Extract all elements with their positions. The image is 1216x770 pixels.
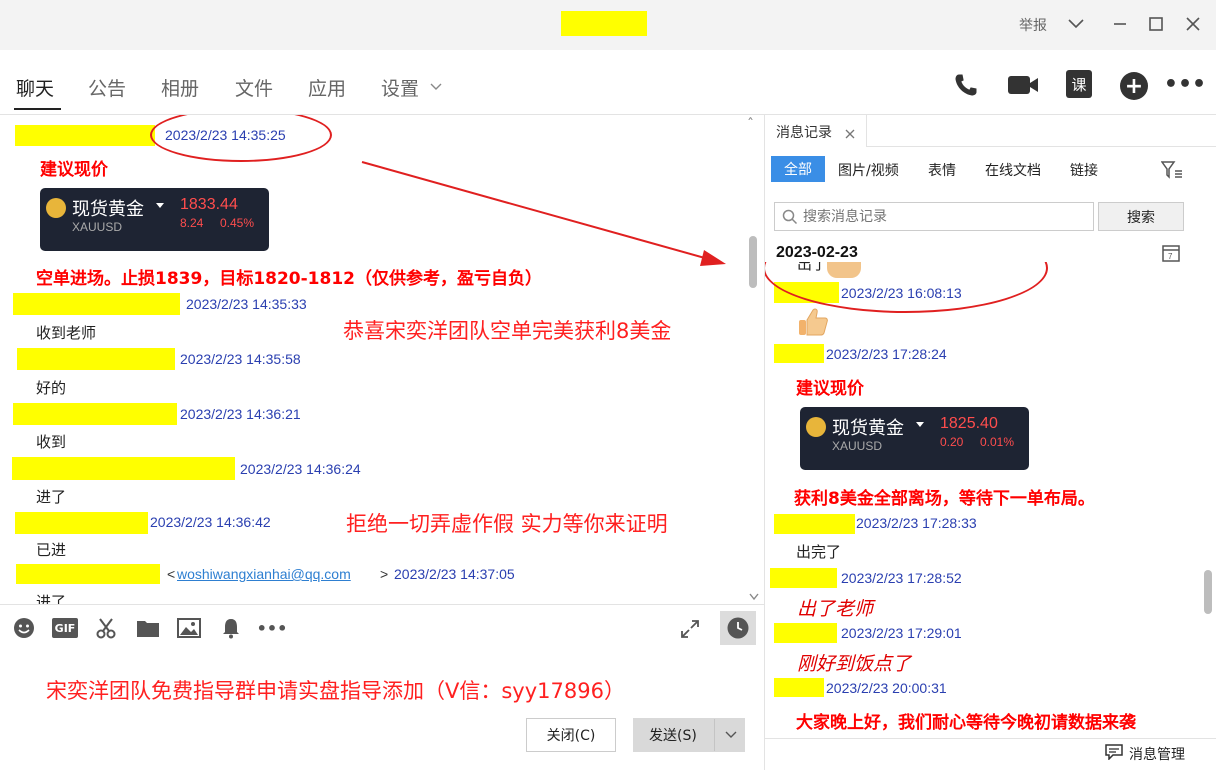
sender-name-redacted <box>774 344 824 363</box>
filter-links[interactable]: 链接 <box>1070 160 1098 180</box>
gold-ticker: XAUUSD <box>832 439 883 453</box>
sender-name-redacted <box>774 678 824 697</box>
message-text: 出了老师 <box>797 598 874 620</box>
gold-price: 1825.40 <box>940 415 998 432</box>
filter-docs[interactable]: 在线文档 <box>985 160 1041 180</box>
sender-name-redacted <box>770 568 837 588</box>
gold-percent: 0.01% <box>980 435 1015 449</box>
gif-icon[interactable]: GIF <box>52 618 78 638</box>
profit-message-text: 获利8美金全部离场，等待下一单布局。 <box>794 489 1095 509</box>
sender-name-redacted <box>774 623 837 643</box>
suggest-price-text: 建议现价 <box>796 379 864 399</box>
send-options-chevron-icon[interactable] <box>714 719 746 751</box>
more-tools-icon[interactable]: ••• <box>257 616 288 640</box>
history-list[interactable]: 出了 2023/2/23 16:08:13 2023/2/23 17:28:24… <box>765 262 1201 734</box>
search-button[interactable]: 搜索 <box>1098 202 1184 231</box>
folder-icon[interactable] <box>135 616 161 640</box>
gold-name: 现货黄金 <box>832 418 904 439</box>
close-button[interactable]: 关闭(C) <box>526 718 616 752</box>
timestamp: 2023/2/23 20:00:31 <box>826 680 947 696</box>
message-manage-label: 消息管理 <box>1129 747 1185 763</box>
gold-change: 0.20 <box>940 435 964 449</box>
filter-all[interactable]: 全部 <box>771 156 825 182</box>
message-manage-button[interactable]: 消息管理 <box>1105 744 1185 764</box>
dropdown-caret-icon <box>916 422 924 427</box>
gold-quote-card[interactable]: 现货黄金 XAUUSD 1825.40 0.20 0.01% <box>800 407 1029 470</box>
sender-name-redacted <box>774 514 855 534</box>
history-scrollbar-thumb[interactable] <box>1204 570 1212 614</box>
compose-input[interactable]: 宋奕洋团队免费指导群申请实盘指导添加（V信：syy17896） <box>46 675 625 705</box>
send-button-label: 发送(S) <box>649 728 697 744</box>
message-text: 刚好到饭点了 <box>797 653 912 675</box>
history-search-box[interactable] <box>774 202 1094 231</box>
message-manage-icon <box>1105 744 1123 764</box>
message-text: 大家晚上好，我们耐心等待今晚初请数据来袭 <box>796 713 1136 733</box>
filter-media[interactable]: 图片/视频 <box>838 160 899 180</box>
expand-icon[interactable] <box>678 617 702 641</box>
send-button[interactable]: 发送(S) <box>633 718 745 752</box>
compose-divider <box>0 604 764 605</box>
filter-stickers[interactable]: 表情 <box>928 160 956 180</box>
history-tab[interactable]: 消息记录 <box>765 115 867 147</box>
search-icon <box>782 209 798 229</box>
history-tab-close-icon[interactable] <box>845 124 855 143</box>
history-tab-line <box>867 146 1216 147</box>
timestamp: 2023/2/23 17:29:01 <box>841 625 962 641</box>
image-icon[interactable] <box>176 616 202 640</box>
calendar-icon[interactable]: 7 <box>1161 243 1181 263</box>
history-date-heading: 2023-02-23 <box>776 244 858 261</box>
timestamp: 2023/2/23 17:28:33 <box>856 515 977 531</box>
thumbs-up-sticker-icon <box>797 306 829 338</box>
scissors-icon[interactable] <box>94 616 118 640</box>
search-input[interactable] <box>803 206 1088 227</box>
history-tab-label: 消息记录 <box>776 125 832 141</box>
timestamp: 2023/2/23 17:28:24 <box>826 346 947 362</box>
gold-coin-icon <box>806 417 826 437</box>
history-clock-icon[interactable] <box>720 611 756 645</box>
message-text: 出完了 <box>796 543 842 561</box>
bell-icon[interactable] <box>220 616 242 640</box>
history-footer-divider <box>765 738 1216 739</box>
emoji-icon[interactable] <box>12 616 36 640</box>
filter-settings-icon[interactable] <box>1160 160 1184 180</box>
timestamp: 2023/2/23 17:28:52 <box>841 570 962 586</box>
svg-text:7: 7 <box>1168 252 1173 261</box>
